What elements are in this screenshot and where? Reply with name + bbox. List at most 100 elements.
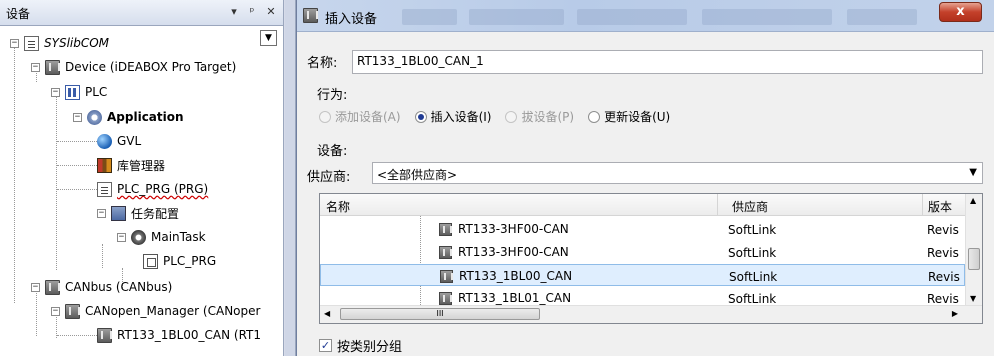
action-radio-group: 添加设备(A) 插入设备(I) 拔设备(P) 更新设备(U) <box>319 108 670 125</box>
horizontal-scrollbar[interactable]: ◀ III ▶ <box>320 305 982 323</box>
device-row[interactable]: RT133-3HF00-CAN SoftLink Revis <box>320 241 965 263</box>
scroll-up-icon[interactable]: ▲ <box>970 196 976 205</box>
device-icon <box>97 327 112 343</box>
action-group-label: 行为: <box>317 88 348 103</box>
scroll-down-icon[interactable]: ▼ <box>970 294 976 303</box>
group-by-category-checkbox[interactable]: ✓ <box>319 339 332 352</box>
device-row-version: Revis <box>927 246 959 260</box>
tree-node-task-config-label: 任务配置 <box>131 206 180 221</box>
device-row-name: RT133_1BL00_CAN <box>459 269 573 283</box>
radio-update-device-label: 更新设备(U) <box>604 110 671 124</box>
panel-splitter[interactable] <box>285 0 296 356</box>
tree-node-slave[interactable]: RT133_1BL00_CAN (RT1 <box>97 324 261 346</box>
scroll-right-icon[interactable]: ▶ <box>952 309 958 318</box>
close-icon[interactable]: ✕ <box>263 4 279 20</box>
device-row-version: Revis <box>928 270 960 284</box>
group-by-category-label: 按类别分组 <box>337 340 403 355</box>
device-icon <box>45 279 60 295</box>
collapse-icon[interactable]: − <box>51 306 60 316</box>
device-row-vendor: SoftLink <box>728 246 777 260</box>
vendor-select[interactable]: <全部供应商> ▼ <box>372 162 983 184</box>
pin-icon[interactable]: ᵖ <box>244 4 260 20</box>
gvl-icon <box>97 133 112 149</box>
background-tab <box>469 9 564 25</box>
device-row-vendor: SoftLink <box>728 223 777 237</box>
plc-icon <box>65 84 80 100</box>
device-row[interactable]: RT133-3HF00-CAN SoftLink Revis <box>320 218 965 240</box>
tree-node-slave-label: RT133_1BL00_CAN (RT1 <box>117 328 262 342</box>
collapse-icon[interactable]: − <box>97 208 106 218</box>
dialog-titlebar[interactable]: 插入设备 x <box>297 0 994 32</box>
devices-panel: 设备 ▾ ᵖ ✕ ▼ − SYSlibCOM − Device (iDEABOX… <box>0 0 284 356</box>
collapse-icon[interactable]: − <box>31 62 40 72</box>
device-row-version: Revis <box>927 223 959 237</box>
tree-node-device[interactable]: − Device (iDEABOX Pro Target) <box>31 56 236 78</box>
column-header-version[interactable]: 版本 <box>928 198 952 215</box>
tree-node-application[interactable]: − Application <box>73 106 184 128</box>
tree-node-main-task-prg-label: PLC_PRG <box>163 254 217 268</box>
device-list: 名称 供应商 版本 RT133-3HF00-CAN SoftLink Revis… <box>319 193 983 324</box>
device-icon <box>439 291 452 305</box>
device-icon <box>65 303 80 319</box>
scroll-left-icon[interactable]: ◀ <box>324 309 330 318</box>
program-icon <box>97 181 112 197</box>
device-row-selected[interactable]: RT133_1BL00_CAN SoftLink Revis <box>320 264 965 286</box>
task-icon <box>131 229 146 245</box>
device-row-name: RT133_1BL01_CAN <box>458 291 572 305</box>
device-row[interactable]: RT133_1BL01_CAN SoftLink Revis <box>320 287 965 305</box>
collapse-icon[interactable]: − <box>73 112 82 122</box>
application-icon <box>87 109 102 125</box>
devices-panel-title: 设备 <box>6 7 31 21</box>
vertical-scrollbar[interactable]: ▲ ▼ <box>965 194 982 305</box>
collapse-icon[interactable]: − <box>31 282 40 292</box>
radio-insert-device[interactable]: 插入设备(I) <box>414 108 491 125</box>
collapse-icon[interactable]: − <box>117 232 126 242</box>
group-by-category[interactable]: ✓ 按类别分组 <box>319 336 402 355</box>
dialog-title: 插入设备 <box>325 12 378 27</box>
tree-node-plc[interactable]: − PLC <box>51 81 107 103</box>
device-row-name: RT133-3HF00-CAN <box>458 245 569 259</box>
device-row-vendor: SoftLink <box>728 292 777 305</box>
column-header-vendor[interactable]: 供应商 <box>732 198 768 215</box>
name-label: 名称: <box>307 56 338 71</box>
tree-node-canopen-manager[interactable]: − CANopen_Manager (CANoper <box>51 300 260 322</box>
device-icon <box>439 245 452 259</box>
collapse-icon[interactable]: − <box>10 38 19 48</box>
vertical-scroll-thumb[interactable] <box>968 248 980 270</box>
tree-node-library-manager[interactable]: 库管理器 <box>97 154 165 176</box>
dialog-device-icon <box>303 8 318 23</box>
tree-node-plc-prg-label: PLC_PRG (PRG) <box>117 182 209 196</box>
device-list-header: 名称 供应商 版本 <box>320 194 965 216</box>
tree-dropdown-button[interactable]: ▼ <box>260 30 277 46</box>
column-header-name[interactable]: 名称 <box>326 198 350 215</box>
tree-node-canopen-manager-label: CANopen_Manager (CANoper <box>85 304 261 318</box>
device-icon <box>439 222 452 236</box>
tree-node-main-task[interactable]: − MainTask <box>117 226 206 248</box>
device-icon <box>440 269 453 283</box>
dialog-close-button[interactable]: x <box>939 2 982 22</box>
tree-node-gvl-label: GVL <box>117 134 142 148</box>
radio-update-device[interactable]: 更新设备(U) <box>588 108 670 125</box>
tree-node-task-config[interactable]: − 任务配置 <box>97 202 179 224</box>
tree-node-canbus[interactable]: − CANbus (CANbus) <box>31 276 172 298</box>
tree-node-application-label: Application <box>107 110 184 124</box>
chevron-down-icon: ▼ <box>969 167 977 178</box>
device-row-name: RT133-3HF00-CAN <box>458 222 569 236</box>
background-tab <box>702 9 832 25</box>
tree-node-root[interactable]: − SYSlibCOM <box>10 32 109 54</box>
tree-node-plc-prg[interactable]: PLC_PRG (PRG) <box>97 178 208 200</box>
collapse-icon[interactable]: − <box>51 87 60 97</box>
radio-add-device[interactable]: 添加设备(A) <box>319 108 401 125</box>
background-tab <box>847 9 917 25</box>
project-icon <box>24 35 39 51</box>
horizontal-scroll-thumb[interactable]: III <box>340 308 540 320</box>
name-field[interactable]: RT133_1BL00_CAN_1 <box>352 50 983 74</box>
background-tab <box>577 9 687 25</box>
tree-node-main-task-prg[interactable]: PLC_PRG <box>143 250 216 272</box>
radio-plug-device[interactable]: 拔设备(P) <box>505 108 574 125</box>
device-row-version: Revis <box>927 292 959 305</box>
tree-node-gvl[interactable]: GVL <box>97 130 141 152</box>
tree-node-canbus-label: CANbus (CANbus) <box>65 280 173 294</box>
chevron-down-icon[interactable]: ▾ <box>226 4 242 20</box>
devices-group-label: 设备: <box>317 144 348 159</box>
